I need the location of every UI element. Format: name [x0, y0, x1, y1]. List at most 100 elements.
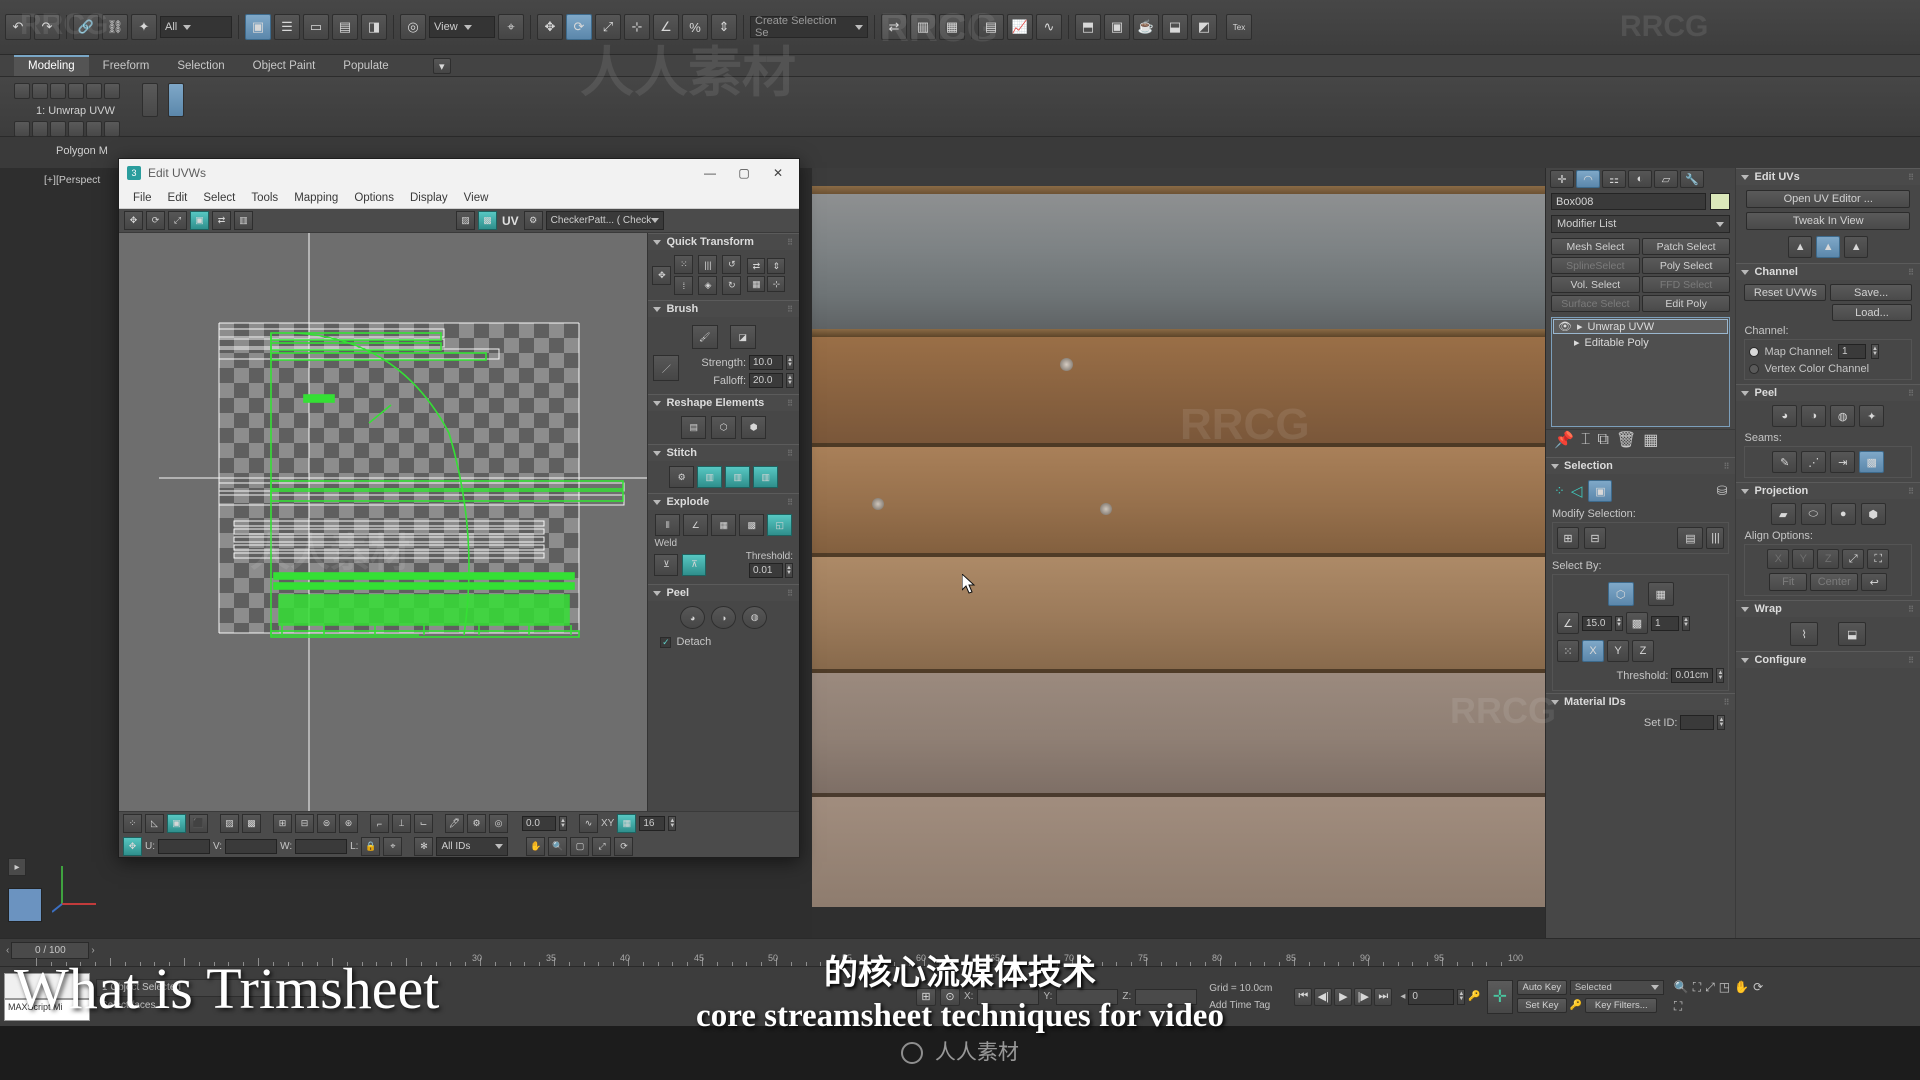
edit-uvws-dialog[interactable]: 3 Edit UVWs — ▢ ✕ File Edit Select Tools…	[118, 158, 800, 858]
stitch-target-icon[interactable]: ▥	[725, 466, 751, 488]
viewport-expand-icon[interactable]: ▸	[8, 858, 26, 876]
map-channel-spinner[interactable]: ▲ ▼	[1870, 344, 1879, 359]
point-to-point-seams-icon[interactable]: ⋰	[1801, 451, 1827, 473]
menu-tools[interactable]: Tools	[243, 190, 286, 206]
quickslice-icon[interactable]	[32, 121, 48, 137]
loop-selection-icon[interactable]: ⊜	[317, 814, 336, 833]
ribbon-tab-populate[interactable]: Populate	[329, 57, 402, 76]
grid-size-spinner[interactable]: ▲ ▼	[668, 816, 677, 831]
cut-icon[interactable]	[50, 121, 66, 137]
expand-arrow-icon[interactable]: ▸	[1577, 320, 1583, 333]
brush-falloff-value[interactable]: 20.0	[749, 373, 783, 388]
tab-create-icon[interactable]: ✛	[1550, 170, 1574, 188]
relax-brush-icon[interactable]: 🖌	[691, 325, 718, 349]
qt-flip-v-icon[interactable]: ⇕	[767, 258, 786, 274]
face-subobject-icon[interactable]: ▣	[167, 814, 186, 833]
cylindrical-map-icon[interactable]: ⬭	[1800, 503, 1826, 525]
undo-icon[interactable]: ↶	[5, 14, 31, 40]
select-by-name-icon[interactable]: ☰	[274, 14, 300, 40]
freeform-mode-icon[interactable]: ▣	[190, 211, 209, 230]
peel-detach-row[interactable]: ✓ Detach	[648, 634, 799, 650]
shrink-selection-icon[interactable]: ⊟	[295, 814, 314, 833]
set-id-value[interactable]	[1680, 715, 1715, 730]
vertex-color-radio[interactable]	[1749, 364, 1760, 374]
ribbon-tab-selection[interactable]: Selection	[163, 57, 238, 76]
tab-utilities-icon[interactable]: 🔧	[1680, 170, 1704, 188]
spinner-snap-icon[interactable]: ⇕	[711, 14, 737, 40]
map-channel-count-spinner[interactable]: ▲ ▼	[1682, 615, 1690, 631]
show-end-result-icon[interactable]: ⌶	[1581, 431, 1591, 449]
quick-peel-icon[interactable]: ◕	[1772, 405, 1798, 427]
face-mode-icon[interactable]: ▣	[1588, 480, 1613, 502]
tab-display-icon[interactable]: ▱	[1654, 170, 1678, 188]
pin-stack-icon[interactable]: 📌	[1554, 430, 1574, 450]
use-center-icon[interactable]: ⌖	[498, 14, 524, 40]
edit-uvws-titlebar[interactable]: 3 Edit UVWs — ▢ ✕	[119, 159, 799, 187]
select-by-element-icon[interactable]: ⬡	[1607, 582, 1634, 606]
ribbon-tab-object-paint[interactable]: Object Paint	[239, 57, 330, 76]
transform-mode-icon[interactable]: ✥	[123, 837, 142, 856]
eye-icon[interactable]: 👁	[1558, 320, 1572, 333]
rollout-header-material-ids[interactable]: Material IDs ⠿	[1546, 693, 1736, 710]
polygon-modeling-icon[interactable]	[14, 83, 30, 99]
threshold-spinner[interactable]: ▲ ▼	[1716, 668, 1725, 683]
paint-move-brush-icon[interactable]: ◪	[729, 325, 756, 349]
show-hidden-edges-icon[interactable]: ▩	[242, 814, 261, 833]
checker-off-icon[interactable]: ▨	[456, 211, 475, 230]
mesh-select-button[interactable]: Mesh Select	[1551, 238, 1640, 255]
menu-view[interactable]: View	[456, 190, 497, 206]
rotate-tool-icon[interactable]: ⟳	[146, 211, 165, 230]
qt-align-v-icon[interactable]: |||	[698, 255, 718, 274]
align-to-edge-icon[interactable]: ⌐	[370, 814, 389, 833]
object-name-field[interactable]: Box008	[1551, 193, 1707, 210]
weld-selected-icon[interactable]: ⊻	[654, 553, 679, 576]
select-element-icon[interactable]: ⛁	[1717, 483, 1728, 499]
rollout-header-explode[interactable]: Explode ⠿	[648, 493, 799, 510]
render-setup-icon[interactable]: ⬒	[1075, 14, 1101, 40]
qt-rotate-cw-icon[interactable]: ↻	[722, 276, 742, 295]
border-icon[interactable]	[68, 83, 84, 99]
flatten-elements-icon[interactable]: ⬡	[711, 416, 737, 439]
map-channel-count-value[interactable]: 1	[1651, 615, 1679, 631]
select-by-angle-icon[interactable]: ∠	[1557, 612, 1579, 634]
falloff-curve-icon[interactable]: ／	[653, 355, 680, 381]
break-by-material-icon[interactable]: ▩	[739, 514, 765, 536]
brush-strength-value[interactable]: 10.0	[749, 355, 783, 370]
save-channel-button[interactable]: Save...	[1830, 284, 1913, 301]
pelt-map-icon[interactable]: ◍	[742, 606, 768, 629]
v-field[interactable]	[225, 839, 278, 854]
mirror-icon[interactable]: ⇄	[881, 14, 907, 40]
paint-select-icon[interactable]: 🖊	[445, 814, 464, 833]
scale-tool-icon[interactable]: ⤢	[168, 211, 187, 230]
graph-editor-icon[interactable]: 📈	[1007, 14, 1033, 40]
spherical-map-icon[interactable]: ●	[1830, 503, 1856, 525]
rollout-header-quick-transform[interactable]: Quick Transform ⠿	[648, 233, 799, 250]
edit-seams-icon[interactable]: ✎	[1772, 451, 1798, 473]
ring-selection-icon[interactable]: ⊛	[339, 814, 358, 833]
qt-flip-h-icon[interactable]: ⇄	[747, 258, 766, 274]
make-unique-icon[interactable]: ⧉	[1598, 431, 1609, 449]
loop-selection-icon[interactable]: |||	[1706, 527, 1725, 549]
ring-selection-icon[interactable]: ▤	[1677, 527, 1704, 549]
quick-planar-map-icon[interactable]: ▲	[1788, 236, 1813, 258]
qt-pack-icon[interactable]: ▦	[747, 276, 766, 292]
weld-threshold-spinner[interactable]: ▲ ▼	[785, 563, 793, 578]
selection-filter-dropdown[interactable]: All	[160, 16, 232, 38]
remove-modifier-icon[interactable]: 🗑	[1616, 430, 1636, 450]
maximize-icon[interactable]: ▢	[727, 160, 761, 187]
map-channel-value[interactable]: 1	[1837, 344, 1866, 359]
break-by-angle-icon[interactable]: ∠	[683, 514, 709, 536]
reference-coordinate-icon[interactable]: ◎	[400, 14, 426, 40]
qt-snap-icon[interactable]: ⊹	[767, 276, 786, 292]
align-normals-icon[interactable]: ▦	[939, 14, 965, 40]
fence-select-icon[interactable]: ◨	[361, 14, 387, 40]
select-and-move-icon[interactable]: ✥	[537, 14, 563, 40]
menu-options[interactable]: Options	[346, 190, 402, 206]
numeric-field[interactable]: 0.0	[522, 816, 556, 831]
rescale-elements-icon[interactable]: ▤	[681, 416, 707, 439]
grid-size-value[interactable]: 16	[639, 816, 666, 831]
zoom-extents-selected-icon[interactable]: ⟳	[614, 837, 634, 856]
quick-peel-icon[interactable]: ◕	[680, 606, 706, 629]
qt-space-v-icon[interactable]: ⁞	[674, 276, 694, 295]
relax-elements-icon[interactable]: ⬢	[741, 416, 767, 439]
